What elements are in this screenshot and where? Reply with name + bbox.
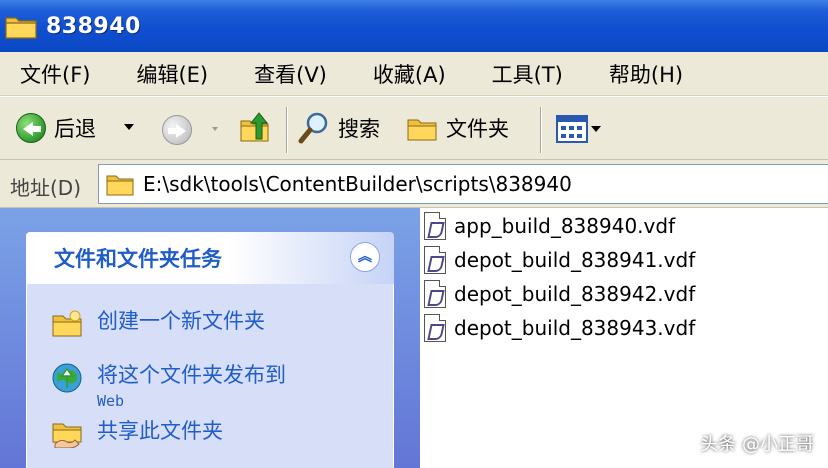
chevron-up-double-icon: ︽ xyxy=(358,249,372,265)
file-item[interactable]: app_build_838940.vdf xyxy=(424,210,675,242)
address-label: 地址(D) xyxy=(10,176,82,200)
chevron-down-icon xyxy=(591,126,601,132)
file-item[interactable]: depot_build_838942.vdf xyxy=(424,278,695,310)
search-label: 搜索 xyxy=(338,117,380,141)
toolbar: 后退 搜索 文件夹 xyxy=(0,96,828,160)
folder-icon xyxy=(4,12,38,40)
views-grid-icon xyxy=(556,115,588,143)
back-dropdown-button[interactable] xyxy=(124,124,134,130)
vdf-file-icon xyxy=(424,212,446,240)
folders-button[interactable]: 文件夹 xyxy=(406,113,509,143)
views-button[interactable] xyxy=(556,115,601,143)
up-folder-button[interactable] xyxy=(238,109,272,145)
task-panel-header[interactable]: 文件和文件夹任务 ︽ xyxy=(26,232,394,284)
file-item[interactable]: depot_build_838943.vdf xyxy=(424,312,695,344)
chevron-down-icon xyxy=(212,127,218,131)
address-path: E:\sdk\tools\ContentBuilder\scripts\8389… xyxy=(143,172,572,196)
address-bar: 地址(D) E:\sdk\tools\ContentBuilder\script… xyxy=(0,160,828,208)
task-pane: 文件和文件夹任务 ︽ 创建一个新文件夹 将这个文件夹发布到 Web 共享此文件夹 xyxy=(0,208,420,468)
vdf-file-icon xyxy=(424,314,446,342)
forward-dropdown-button[interactable] xyxy=(212,127,218,131)
file-list: app_build_838940.vdf depot_build_838941.… xyxy=(420,208,828,468)
watermark: 头条 @小正哥 xyxy=(700,434,814,455)
file-item[interactable]: depot_build_838941.vdf xyxy=(424,244,695,276)
vdf-file-icon xyxy=(424,246,446,274)
task-sub-label: Web xyxy=(97,392,125,410)
task-new-folder[interactable]: 创建一个新文件夹 xyxy=(51,308,265,338)
file-folder-tasks-panel: 文件和文件夹任务 ︽ 创建一个新文件夹 将这个文件夹发布到 Web 共享此文件夹 xyxy=(26,232,394,468)
file-name: depot_build_838941.vdf xyxy=(454,248,696,272)
back-label: 后退 xyxy=(54,117,96,141)
vdf-file-icon xyxy=(424,280,446,308)
address-input[interactable]: E:\sdk\tools\ContentBuilder\scripts\8389… xyxy=(98,164,828,204)
file-name: depot_build_838943.vdf xyxy=(454,316,696,340)
back-arrow-icon xyxy=(16,113,46,143)
up-folder-icon xyxy=(240,112,269,142)
chevron-down-icon xyxy=(124,124,134,130)
folders-label: 文件夹 xyxy=(446,117,509,141)
task-share-folder[interactable]: 共享此文件夹 xyxy=(51,418,223,449)
task-panel-title: 文件和文件夹任务 xyxy=(54,247,222,271)
folder-icon xyxy=(407,119,437,141)
menu-edit[interactable]: 编辑(E) xyxy=(136,59,208,89)
menu-file[interactable]: 文件(F) xyxy=(20,59,90,89)
task-label: 共享此文件夹 xyxy=(97,419,223,443)
menu-view[interactable]: 查看(V) xyxy=(254,59,327,89)
menu-help[interactable]: 帮助(H) xyxy=(609,59,683,89)
search-button[interactable]: 搜索 xyxy=(298,111,380,145)
new-folder-icon xyxy=(51,308,83,338)
title-bar: 838940 xyxy=(0,0,828,52)
share-folder-icon xyxy=(51,418,83,449)
back-button[interactable]: 后退 xyxy=(16,113,96,143)
task-label: 将这个文件夹发布到 xyxy=(97,363,286,387)
menu-favorites[interactable]: 收藏(A) xyxy=(373,59,446,89)
file-name: app_build_838940.vdf xyxy=(454,214,676,238)
menu-bar: 文件(F) 编辑(E) 查看(V) 收藏(A) 工具(T) 帮助(H) xyxy=(0,52,828,96)
folder-icon xyxy=(106,175,134,196)
task-label: 创建一个新文件夹 xyxy=(97,309,265,333)
collapse-button[interactable]: ︽ xyxy=(350,242,380,272)
forward-arrow-icon xyxy=(162,115,192,145)
task-panel-body: 创建一个新文件夹 将这个文件夹发布到 Web 共享此文件夹 xyxy=(26,284,394,468)
publish-web-icon xyxy=(51,362,83,393)
task-publish-web[interactable]: 将这个文件夹发布到 xyxy=(51,362,286,393)
window-title: 838940 xyxy=(46,13,141,39)
forward-button[interactable] xyxy=(162,115,192,145)
file-name: depot_build_838942.vdf xyxy=(454,282,696,306)
menu-tools[interactable]: 工具(T) xyxy=(492,59,563,89)
search-icon xyxy=(298,112,328,144)
